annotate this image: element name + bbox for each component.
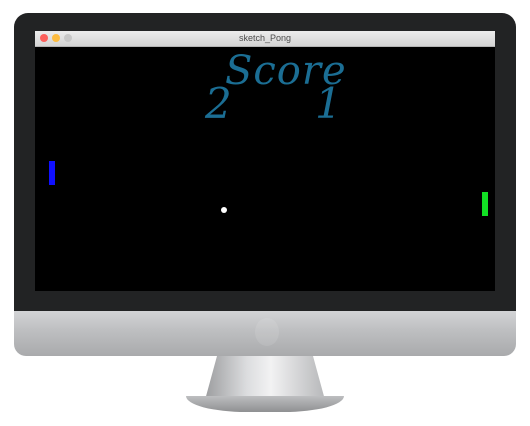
game-canvas[interactable]: Score 2 1 [35, 47, 495, 291]
right-paddle [482, 192, 488, 216]
window-titlebar[interactable]: sketch_Pong [35, 31, 495, 47]
right-player-score: 1 [315, 79, 342, 128]
monitor-stand-base [186, 396, 344, 412]
app-window: sketch_Pong Score 2 1 [35, 31, 495, 291]
monitor-stand [205, 356, 325, 400]
left-player-score: 2 [205, 79, 232, 128]
ball [221, 207, 227, 213]
window-title: sketch_Pong [238, 33, 292, 43]
left-paddle [49, 161, 55, 185]
apple-logo-icon [255, 318, 279, 346]
